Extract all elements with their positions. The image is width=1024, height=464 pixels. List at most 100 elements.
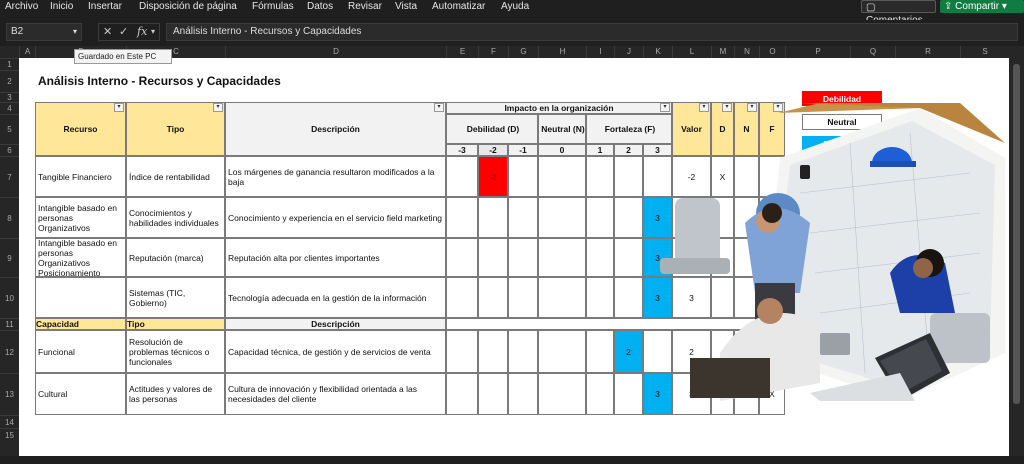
header-capacidad[interactable]: Capacidad (35, 318, 126, 330)
header-tipo[interactable]: Tipo (126, 102, 225, 156)
impact-cell[interactable] (478, 373, 508, 415)
scale--2[interactable]: -2 (478, 144, 508, 156)
row-header-1[interactable]: 1 (0, 58, 19, 70)
column-header-s[interactable]: S (960, 46, 1009, 58)
row-header-2[interactable]: 2 (0, 70, 19, 92)
scale--1[interactable]: -1 (508, 144, 538, 156)
row-descripcion[interactable]: Conocimiento y experiencia en el servici… (225, 197, 446, 238)
impact-cell[interactable] (446, 156, 478, 197)
impact-cell[interactable] (508, 330, 538, 373)
share-button[interactable]: ⇪ Compartir ▾ (940, 0, 1024, 13)
check-icon[interactable]: ✓ (119, 24, 128, 40)
row-descripcion[interactable]: Reputación alta por clientes importantes (225, 238, 446, 277)
impact-cell[interactable] (614, 373, 643, 415)
impact-cell[interactable] (478, 277, 508, 318)
row-descripcion[interactable]: Los márgenes de ganancia resultaron modi… (225, 156, 446, 197)
column-header-p[interactable]: P (785, 46, 850, 58)
impact-cell[interactable] (614, 156, 643, 197)
column-header-e[interactable]: E (446, 46, 478, 58)
menu-revisar[interactable]: Revisar (348, 0, 382, 14)
menu-archivo[interactable]: Archivo (5, 0, 38, 14)
insert-function-icon[interactable]: fx (137, 24, 147, 40)
column-header-r[interactable]: R (895, 46, 960, 58)
header-impacto[interactable]: Impacto en la organización (446, 102, 672, 114)
filter-dropdown-icon[interactable]: ▾ (213, 103, 223, 112)
impact-cell[interactable] (446, 277, 478, 318)
row-recurso[interactable] (35, 277, 126, 318)
impact-cell[interactable] (538, 238, 586, 277)
row-header-4[interactable]: 4 (0, 102, 19, 114)
row-tipo[interactable]: Conocimientos y habilidades individuales (126, 197, 225, 238)
menu-automatizar[interactable]: Automatizar (432, 0, 485, 14)
row-capacidad[interactable]: Funcional (35, 330, 126, 373)
row-header-10[interactable]: 10 (0, 277, 19, 318)
impact-cell[interactable] (538, 277, 586, 318)
column-header-g[interactable]: G (508, 46, 538, 58)
impact-cell[interactable] (538, 330, 586, 373)
formula-input[interactable]: Análisis Interno - Recursos y Capacidade… (166, 23, 1018, 41)
impact-cell[interactable] (446, 330, 478, 373)
column-header-m[interactable]: M (711, 46, 734, 58)
menu-datos[interactable]: Datos (307, 0, 333, 14)
impact-cell[interactable] (508, 277, 538, 318)
sheet-tabs-bar[interactable] (0, 456, 1024, 464)
column-header-j[interactable]: J (614, 46, 643, 58)
impact-cell[interactable] (586, 277, 614, 318)
impact-cell[interactable] (508, 373, 538, 415)
header-cap-tipo[interactable]: Tipo (126, 318, 225, 330)
row-tipo[interactable]: Sistemas (TIC, Gobierno) (126, 277, 225, 318)
impact-cell[interactable] (614, 197, 643, 238)
scroll-thumb[interactable] (1013, 64, 1020, 404)
office-meeting-photo[interactable] (650, 103, 1005, 401)
header-cap-descripcion[interactable]: Descripción (225, 318, 446, 330)
row-descripcion[interactable]: Tecnología adecuada en la gestión de la … (225, 277, 446, 318)
filter-dropdown-icon[interactable]: ▾ (114, 103, 124, 112)
impact-cell[interactable] (508, 156, 538, 197)
scale-2[interactable]: 2 (614, 144, 643, 156)
column-header-k[interactable]: K (643, 46, 672, 58)
impact-cell[interactable] (478, 238, 508, 277)
menu-ayuda[interactable]: Ayuda (501, 0, 529, 14)
header-recurso[interactable]: Recurso (35, 102, 126, 156)
row-header-3[interactable]: 3 (0, 92, 19, 102)
scale-1[interactable]: 1 (586, 144, 614, 156)
row-tipo[interactable]: Índice de rentabilidad (126, 156, 225, 197)
menu-formulas[interactable]: Fórmulas (252, 0, 294, 14)
menu-vista[interactable]: Vista (395, 0, 417, 14)
row-header-12[interactable]: 12 (0, 330, 19, 373)
row-capacidad[interactable]: Cultural (35, 373, 126, 415)
score-cell[interactable]: 2 (614, 330, 643, 373)
impact-cell[interactable] (538, 373, 586, 415)
impact-cell[interactable] (586, 330, 614, 373)
impact-cell[interactable] (586, 238, 614, 277)
row-tipo[interactable]: Reputación (marca) (126, 238, 225, 277)
row-recurso[interactable]: Intangible basado en personas Organizati… (35, 197, 126, 238)
header-debilidad[interactable]: Debilidad (D) (446, 114, 538, 144)
impact-cell[interactable] (446, 373, 478, 415)
name-box[interactable]: B2 ▾ (6, 23, 82, 41)
impact-cell[interactable] (586, 197, 614, 238)
column-header-f[interactable]: F (478, 46, 508, 58)
cancel-icon[interactable]: ✕ (103, 24, 112, 40)
column-header-n[interactable]: N (734, 46, 759, 58)
column-header-h[interactable]: H (538, 46, 586, 58)
column-header-l[interactable]: L (672, 46, 711, 58)
column-header-q[interactable]: Q (850, 46, 895, 58)
filter-dropdown-icon[interactable]: ▾ (434, 103, 444, 112)
row-tipo[interactable]: Resolución de problemas técnicos o funci… (126, 330, 225, 373)
row-recurso[interactable]: Tangible Financiero (35, 156, 126, 197)
row-header-8[interactable]: 8 (0, 197, 19, 238)
impact-cell[interactable] (538, 197, 586, 238)
impact-cell[interactable] (446, 197, 478, 238)
row-descripcion[interactable]: Capacidad técnica, de gestión y de servi… (225, 330, 446, 373)
row-header-6[interactable]: 6 (0, 144, 19, 156)
row-descripcion[interactable]: Cultura de innovación y flexibilidad ori… (225, 373, 446, 415)
row-header-11[interactable]: 11 (0, 318, 19, 330)
column-header-d[interactable]: D (225, 46, 446, 58)
column-header-i[interactable]: I (586, 46, 614, 58)
impact-cell[interactable] (614, 238, 643, 277)
impact-cell[interactable] (446, 238, 478, 277)
score-cell[interactable]: -2 (478, 156, 508, 197)
impact-cell[interactable] (614, 277, 643, 318)
impact-cell[interactable] (508, 238, 538, 277)
